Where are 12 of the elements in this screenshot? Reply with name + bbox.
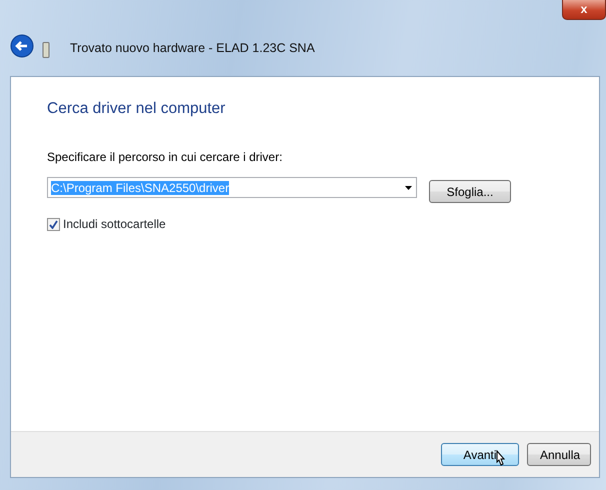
page-heading: Cerca driver nel computer	[47, 99, 226, 119]
close-button[interactable]: x	[562, 0, 606, 20]
field-label: Specificare il percorso in cui cercare i driver:	[47, 149, 284, 166]
cancel-button[interactable]: Annulla	[527, 443, 591, 466]
next-button[interactable]: Avanti	[441, 443, 519, 466]
window-title: Trovato nuovo hardware - ELAD 1.23C SNA	[70, 40, 315, 58]
back-icon[interactable]	[10, 34, 34, 58]
browse-button[interactable]: Sfoglia...	[429, 180, 511, 204]
usb-device-icon	[42, 42, 50, 58]
dropdown-arrow-icon[interactable]	[405, 186, 412, 190]
checkbox[interactable]	[47, 218, 60, 231]
checkbox-label: Includi sottocartelle	[63, 216, 166, 234]
